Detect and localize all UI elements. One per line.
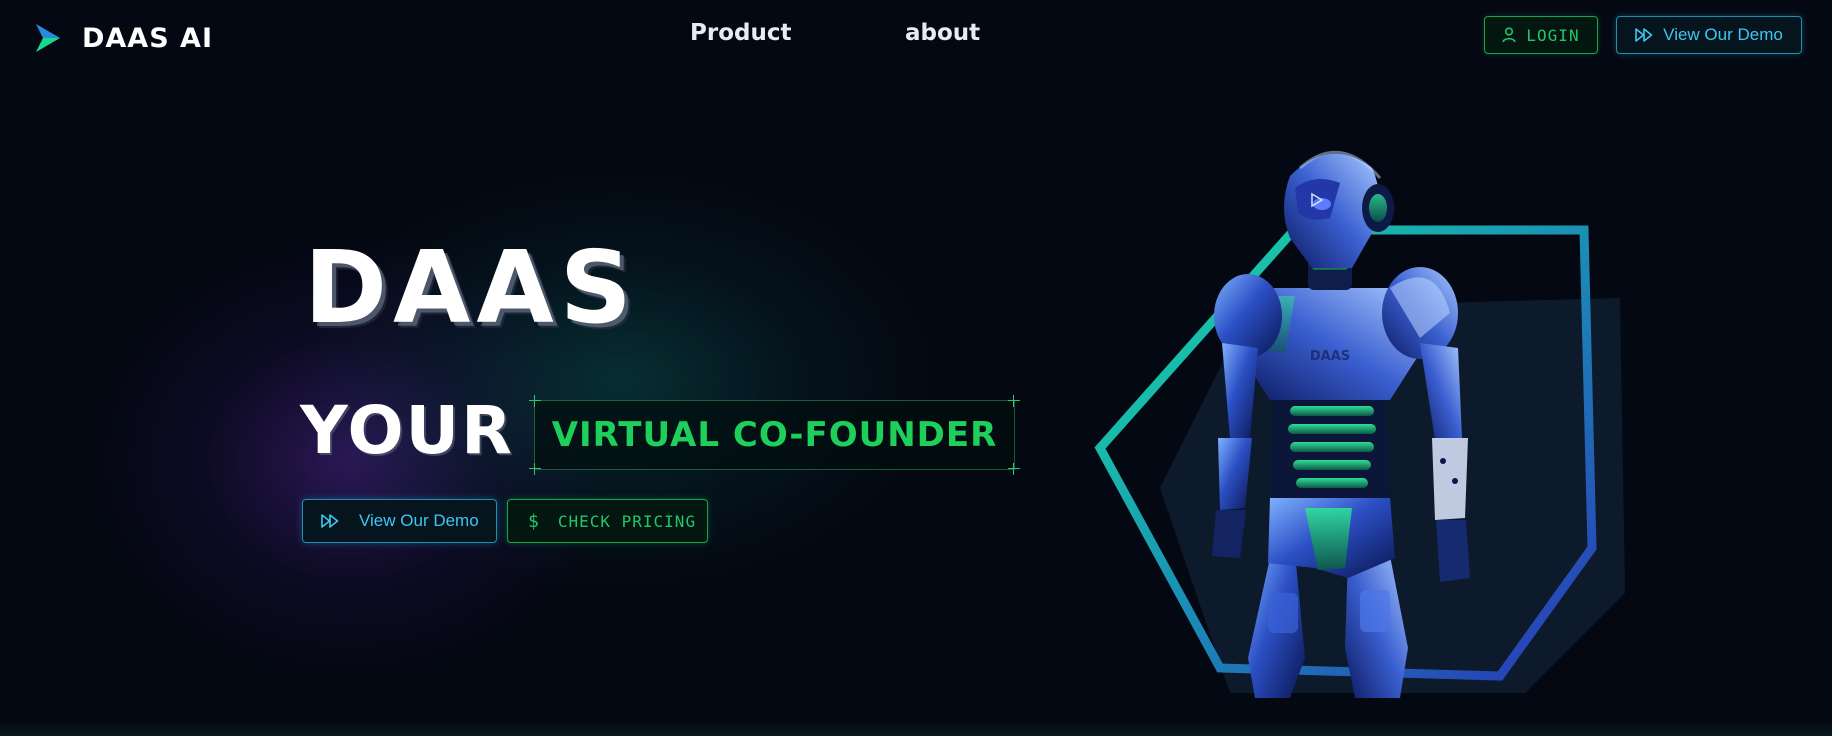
view-demo-header-label: View Our Demo: [1663, 25, 1783, 44]
corner-crosshair: [529, 395, 541, 407]
login-label: LOGIN: [1526, 25, 1580, 45]
login-button[interactable]: LOGIN: [1484, 16, 1598, 54]
fast-forward-icon: [321, 514, 339, 528]
fast-forward-icon: [1635, 28, 1653, 42]
user-icon: [1502, 27, 1517, 43]
nav-link-product[interactable]: Product: [690, 20, 791, 46]
check-pricing-button[interactable]: $ CHECK PRICING: [507, 499, 708, 543]
view-demo-header-button[interactable]: View Our Demo: [1616, 16, 1802, 54]
view-demo-hero-label: View Our Demo: [359, 511, 479, 530]
robot-chest-text: DAAS: [1310, 349, 1350, 364]
hero-highlight-text: VIRTUAL CO-FOUNDER: [551, 415, 998, 455]
hero-subtitle-prefix: YOUR: [300, 392, 514, 469]
corner-crosshair: [1008, 463, 1020, 475]
hero-highlight-box: VIRTUAL CO-FOUNDER: [529, 395, 1020, 475]
corner-crosshair: [1008, 395, 1020, 407]
brand-name: DAAS AI: [82, 22, 213, 54]
brand-logo[interactable]: DAAS AI: [34, 22, 213, 54]
robot-illustration: DAAS: [1094, 150, 1625, 698]
play-triangle-logo-icon: [36, 24, 60, 52]
bottom-glow: [0, 722, 1832, 736]
view-demo-hero-button[interactable]: View Our Demo: [302, 499, 497, 543]
hero-title: DAAS: [304, 229, 638, 346]
dollar-icon: $: [528, 510, 540, 532]
check-pricing-label: CHECK PRICING: [557, 511, 697, 531]
corner-crosshair: [529, 463, 541, 475]
nav-link-about[interactable]: about: [905, 20, 980, 46]
